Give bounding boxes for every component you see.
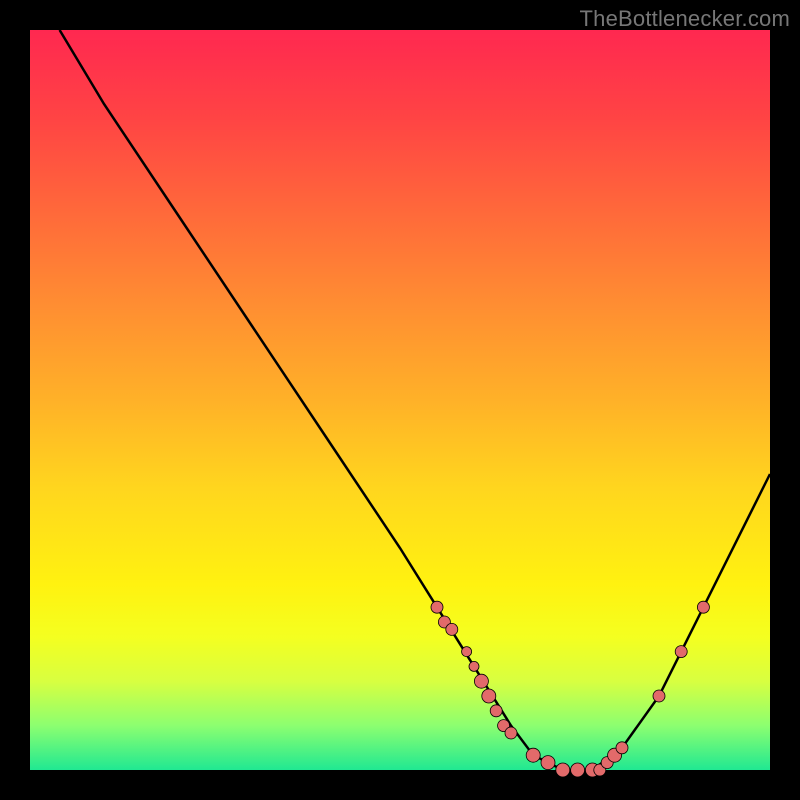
chart-stage: TheBottlenecker.com (0, 0, 800, 800)
data-marker (556, 763, 570, 777)
data-marker (505, 727, 517, 739)
data-marker (541, 756, 555, 770)
markers-group (431, 601, 709, 777)
data-marker (616, 742, 628, 754)
data-marker (490, 705, 502, 717)
data-marker (653, 690, 665, 702)
data-marker (482, 689, 496, 703)
data-marker (446, 623, 458, 635)
chart-svg (30, 30, 770, 770)
data-marker (697, 601, 709, 613)
data-marker (462, 647, 472, 657)
plot-area (30, 30, 770, 770)
data-marker (474, 674, 488, 688)
bottleneck-curve-path (60, 30, 770, 770)
attribution-text: TheBottlenecker.com (580, 6, 790, 32)
data-marker (431, 601, 443, 613)
data-marker (526, 748, 540, 762)
data-marker (571, 763, 585, 777)
data-marker (675, 646, 687, 658)
data-marker (469, 661, 479, 671)
